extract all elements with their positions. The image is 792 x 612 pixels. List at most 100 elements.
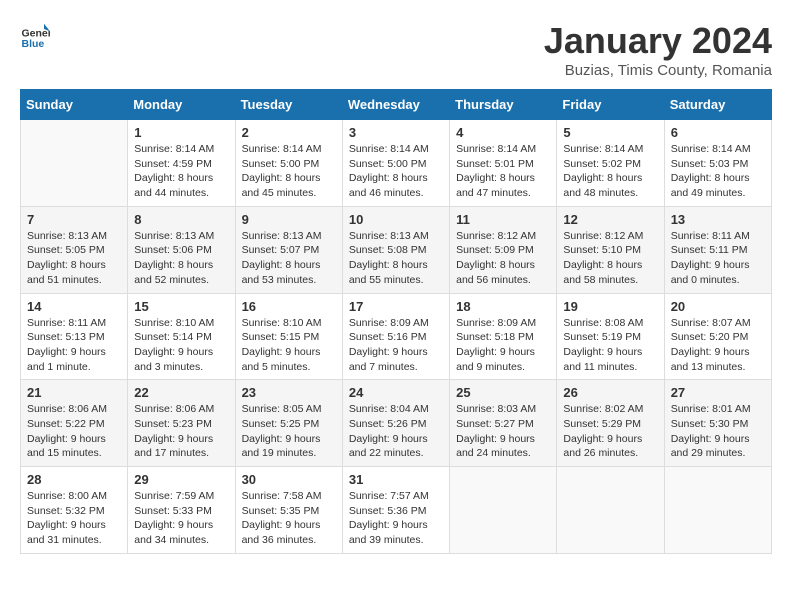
- calendar-cell-w0-d3: 3 Sunrise: 8:14 AMSunset: 5:00 PMDaylight…: [342, 120, 449, 207]
- day-number: 11: [456, 212, 550, 227]
- header: General Blue January 2024 Buzias, Timis …: [20, 20, 772, 79]
- day-info: Sunrise: 8:14 AMSunset: 5:03 PMDaylight:…: [671, 142, 765, 201]
- calendar-cell-w0-d6: 6Sunrise: 8:14 AMSunset: 5:03 PMDaylight…: [664, 120, 771, 207]
- calendar-cell-w1-d5: 12Sunrise: 8:12 AMSunset: 5:10 PMDayligh…: [557, 206, 664, 293]
- day-info: Sunrise: 8:08 AMSunset: 5:19 PMDaylight:…: [563, 316, 657, 375]
- calendar-cell-w1-d4: 11 Sunrise: 8:12 AMSunset: 5:09 PMDayligh…: [450, 206, 557, 293]
- calendar-cell-w4-d5: [557, 467, 664, 554]
- day-number: 26: [563, 385, 657, 400]
- day-number: 23: [242, 385, 336, 400]
- day-info: Sunrise: 8:06 AMSunset: 5:22 PMDaylight:…: [27, 402, 121, 461]
- calendar-cell-w0-d1: 1 Sunrise: 8:14 AMSunset: 4:59 PMDaylight…: [128, 120, 235, 207]
- calendar-title: January 2024: [544, 20, 772, 62]
- day-number: 2: [242, 125, 336, 140]
- day-info: Sunrise: 8:06 AMSunset: 5:23 PMDaylight:…: [134, 402, 228, 461]
- header-thursday: Thursday: [450, 90, 557, 120]
- day-number: 20: [671, 299, 765, 314]
- calendar-cell-w0-d5: 5 Sunrise: 8:14 AMSunset: 5:02 PMDaylight…: [557, 120, 664, 207]
- calendar-cell-w1-d6: 13 Sunrise: 8:11 AMSunset: 5:11 PMDayligh…: [664, 206, 771, 293]
- day-info: Sunrise: 8:13 AMSunset: 5:05 PMDaylight:…: [27, 229, 121, 288]
- day-number: 7: [27, 212, 121, 227]
- calendar-cell-w3-d4: 25Sunrise: 8:03 AMSunset: 5:27 PMDayligh…: [450, 380, 557, 467]
- calendar-cell-w0-d4: 4Sunrise: 8:14 AMSunset: 5:01 PMDaylight…: [450, 120, 557, 207]
- day-number: 1: [134, 125, 228, 140]
- day-number: 15: [134, 299, 228, 314]
- day-info: Sunrise: 8:02 AMSunset: 5:29 PMDaylight:…: [563, 402, 657, 461]
- day-number: 9: [242, 212, 336, 227]
- day-number: 28: [27, 472, 121, 487]
- calendar-week-2: 14Sunrise: 8:11 AMSunset: 5:13 PMDayligh…: [21, 293, 772, 380]
- day-info: Sunrise: 8:12 AMSunset: 5:10 PMDaylight:…: [563, 229, 657, 288]
- day-info: Sunrise: 8:09 AMSunset: 5:16 PMDaylight:…: [349, 316, 443, 375]
- calendar-header: Sunday Monday Tuesday Wednesday Thursday…: [21, 90, 772, 120]
- day-number: 30: [242, 472, 336, 487]
- calendar-cell-w1-d3: 10 Sunrise: 8:13 AMSunset: 5:08 PMDayligh…: [342, 206, 449, 293]
- calendar-body: 1 Sunrise: 8:14 AMSunset: 4:59 PMDaylight…: [21, 120, 772, 554]
- day-info: Sunrise: 8:11 AMSunset: 5:11 PMDaylight:…: [671, 229, 765, 288]
- header-row: Sunday Monday Tuesday Wednesday Thursday…: [21, 90, 772, 120]
- day-number: 24: [349, 385, 443, 400]
- calendar-week-1: 7 Sunrise: 8:13 AMSunset: 5:05 PMDaylight…: [21, 206, 772, 293]
- calendar-cell-w4-d2: 30 Sunrise: 7:58 AMSunset: 5:35 PMDayligh…: [235, 467, 342, 554]
- calendar-week-3: 21 Sunrise: 8:06 AMSunset: 5:22 PMDayligh…: [21, 380, 772, 467]
- calendar-cell-w0-d2: 2Sunrise: 8:14 AMSunset: 5:00 PMDaylight…: [235, 120, 342, 207]
- day-info: Sunrise: 8:07 AMSunset: 5:20 PMDaylight:…: [671, 316, 765, 375]
- day-number: 14: [27, 299, 121, 314]
- day-info: Sunrise: 7:58 AMSunset: 5:35 PMDaylight:…: [242, 489, 336, 548]
- day-number: 19: [563, 299, 657, 314]
- title-area: January 2024 Buzias, Timis County, Roman…: [544, 20, 772, 79]
- header-saturday: Saturday: [664, 90, 771, 120]
- header-tuesday: Tuesday: [235, 90, 342, 120]
- day-info: Sunrise: 8:05 AMSunset: 5:25 PMDaylight:…: [242, 402, 336, 461]
- calendar-cell-w0-d0: [21, 120, 128, 207]
- calendar-cell-w2-d5: 19 Sunrise: 8:08 AMSunset: 5:19 PMDayligh…: [557, 293, 664, 380]
- day-info: Sunrise: 8:14 AMSunset: 5:02 PMDaylight:…: [563, 142, 657, 201]
- day-info: Sunrise: 8:09 AMSunset: 5:18 PMDaylight:…: [456, 316, 550, 375]
- calendar-cell-w3-d6: 27 Sunrise: 8:01 AMSunset: 5:30 PMDayligh…: [664, 380, 771, 467]
- day-number: 27: [671, 385, 765, 400]
- day-info: Sunrise: 8:13 AMSunset: 5:08 PMDaylight:…: [349, 229, 443, 288]
- day-number: 3: [349, 125, 443, 140]
- day-info: Sunrise: 8:13 AMSunset: 5:07 PMDaylight:…: [242, 229, 336, 288]
- day-info: Sunrise: 8:10 AMSunset: 5:14 PMDaylight:…: [134, 316, 228, 375]
- header-sunday: Sunday: [21, 90, 128, 120]
- day-info: Sunrise: 8:12 AMSunset: 5:09 PMDaylight:…: [456, 229, 550, 288]
- day-number: 18: [456, 299, 550, 314]
- day-number: 8: [134, 212, 228, 227]
- day-number: 29: [134, 472, 228, 487]
- day-number: 4: [456, 125, 550, 140]
- day-info: Sunrise: 8:00 AMSunset: 5:32 PMDaylight:…: [27, 489, 121, 548]
- calendar-cell-w4-d4: [450, 467, 557, 554]
- day-number: 13: [671, 212, 765, 227]
- calendar-cell-w1-d2: 9 Sunrise: 8:13 AMSunset: 5:07 PMDaylight…: [235, 206, 342, 293]
- calendar-cell-w3-d0: 21 Sunrise: 8:06 AMSunset: 5:22 PMDayligh…: [21, 380, 128, 467]
- calendar-cell-w4-d1: 29Sunrise: 7:59 AMSunset: 5:33 PMDayligh…: [128, 467, 235, 554]
- day-number: 21: [27, 385, 121, 400]
- calendar-cell-w4-d3: 31Sunrise: 7:57 AMSunset: 5:36 PMDayligh…: [342, 467, 449, 554]
- calendar-cell-w4-d6: [664, 467, 771, 554]
- header-friday: Friday: [557, 90, 664, 120]
- header-wednesday: Wednesday: [342, 90, 449, 120]
- day-info: Sunrise: 8:14 AMSunset: 4:59 PMDaylight:…: [134, 142, 228, 201]
- calendar-cell-w3-d2: 23 Sunrise: 8:05 AMSunset: 5:25 PMDayligh…: [235, 380, 342, 467]
- calendar-cell-w3-d3: 24Sunrise: 8:04 AMSunset: 5:26 PMDayligh…: [342, 380, 449, 467]
- calendar-cell-w1-d0: 7 Sunrise: 8:13 AMSunset: 5:05 PMDaylight…: [21, 206, 128, 293]
- calendar-cell-w2-d1: 15 Sunrise: 8:10 AMSunset: 5:14 PMDayligh…: [128, 293, 235, 380]
- calendar-cell-w2-d4: 18 Sunrise: 8:09 AMSunset: 5:18 PMDayligh…: [450, 293, 557, 380]
- header-monday: Monday: [128, 90, 235, 120]
- calendar-week-4: 28 Sunrise: 8:00 AMSunset: 5:32 PMDayligh…: [21, 467, 772, 554]
- calendar-cell-w2-d0: 14Sunrise: 8:11 AMSunset: 5:13 PMDayligh…: [21, 293, 128, 380]
- day-number: 5: [563, 125, 657, 140]
- day-number: 25: [456, 385, 550, 400]
- logo: General Blue: [20, 20, 50, 50]
- calendar-week-0: 1 Sunrise: 8:14 AMSunset: 4:59 PMDaylight…: [21, 120, 772, 207]
- day-info: Sunrise: 8:01 AMSunset: 5:30 PMDaylight:…: [671, 402, 765, 461]
- calendar-cell-w4-d0: 28 Sunrise: 8:00 AMSunset: 5:32 PMDayligh…: [21, 467, 128, 554]
- day-number: 10: [349, 212, 443, 227]
- svg-text:Blue: Blue: [22, 38, 45, 50]
- day-info: Sunrise: 8:10 AMSunset: 5:15 PMDaylight:…: [242, 316, 336, 375]
- day-number: 22: [134, 385, 228, 400]
- day-number: 17: [349, 299, 443, 314]
- day-info: Sunrise: 8:14 AMSunset: 5:00 PMDaylight:…: [349, 142, 443, 201]
- calendar-subtitle: Buzias, Timis County, Romania: [544, 62, 772, 79]
